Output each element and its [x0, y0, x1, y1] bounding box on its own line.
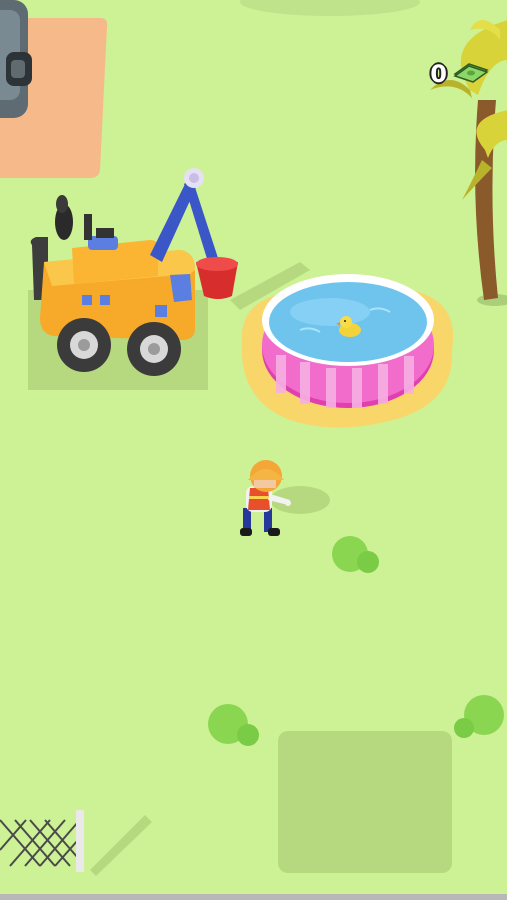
swimming-pool[interactable] — [241, 274, 454, 428]
worker-character[interactable] — [240, 460, 330, 536]
build-plot[interactable] — [278, 731, 452, 873]
chain-link-fence — [0, 810, 152, 876]
money-value: 0 — [430, 60, 447, 88]
parked-vehicle — [0, 0, 32, 118]
money-counter: 0 — [430, 60, 489, 88]
bush — [208, 704, 259, 746]
bush — [332, 536, 379, 573]
bottom-bar — [0, 894, 507, 900]
game-scene[interactable] — [0, 0, 507, 900]
bush — [454, 695, 504, 738]
cash-icon — [453, 63, 489, 83]
